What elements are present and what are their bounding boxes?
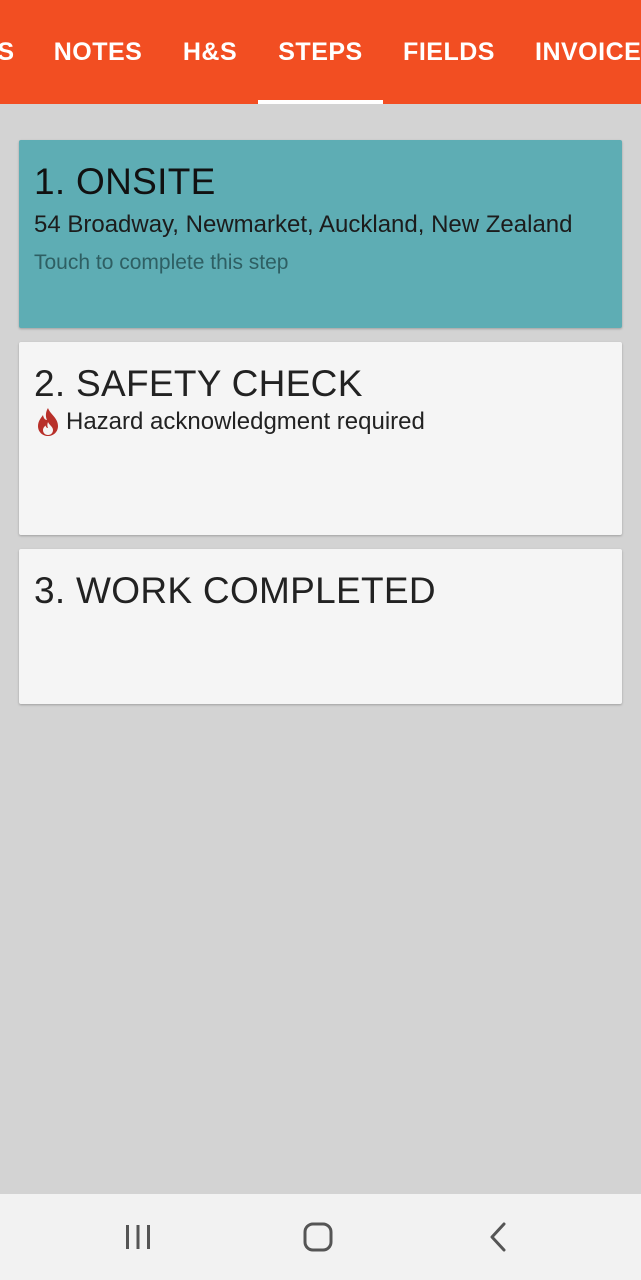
tab-steps[interactable]: STEPS: [258, 0, 383, 104]
tab-notes[interactable]: NOTES: [42, 0, 154, 104]
step-title: 1. ONSITE: [34, 161, 216, 202]
step-address: 54 Broadway, Newmarket, Auckland, New Ze…: [34, 211, 573, 238]
tab-hs[interactable]: H&S: [170, 0, 250, 104]
recent-apps-button[interactable]: [113, 1214, 163, 1260]
tab-label: FIELDS: [403, 37, 495, 66]
tab-partial[interactable]: S: [0, 0, 18, 104]
step-hint: Touch to complete this step: [34, 251, 289, 274]
hazard-notice: Hazard acknowledgment required: [34, 406, 607, 438]
steps-list: 1. ONSITE 54 Broadway, Newmarket, Auckla…: [0, 104, 641, 1194]
step-card-onsite[interactable]: 1. ONSITE 54 Broadway, Newmarket, Auckla…: [19, 140, 622, 328]
step-card-safety-check[interactable]: 2. SAFETY CHECK Hazard acknowledgment re…: [19, 342, 622, 535]
flame-icon: [38, 408, 58, 436]
tab-bar: S NOTES H&S STEPS FIELDS INVOICE: [0, 0, 641, 104]
step-title: 2. SAFETY CHECK: [34, 363, 363, 404]
home-button[interactable]: [293, 1214, 343, 1260]
back-button[interactable]: [473, 1214, 523, 1260]
system-nav-bar: [0, 1194, 641, 1280]
tab-label: S: [0, 37, 15, 66]
tab-label: INVOICE: [535, 37, 641, 66]
step-title: 3. WORK COMPLETED: [34, 570, 436, 611]
tab-label: STEPS: [278, 37, 363, 66]
tab-label: H&S: [182, 37, 238, 66]
hazard-text: Hazard acknowledgment required: [66, 408, 425, 435]
tab-invoice[interactable]: INVOICE: [520, 0, 641, 104]
home-icon: [303, 1222, 333, 1252]
tab-label: NOTES: [53, 37, 143, 66]
step-card-work-completed[interactable]: 3. WORK COMPLETED: [19, 549, 622, 704]
recent-apps-icon: [126, 1225, 150, 1249]
tab-fields[interactable]: FIELDS: [393, 0, 505, 104]
back-icon: [490, 1222, 506, 1252]
